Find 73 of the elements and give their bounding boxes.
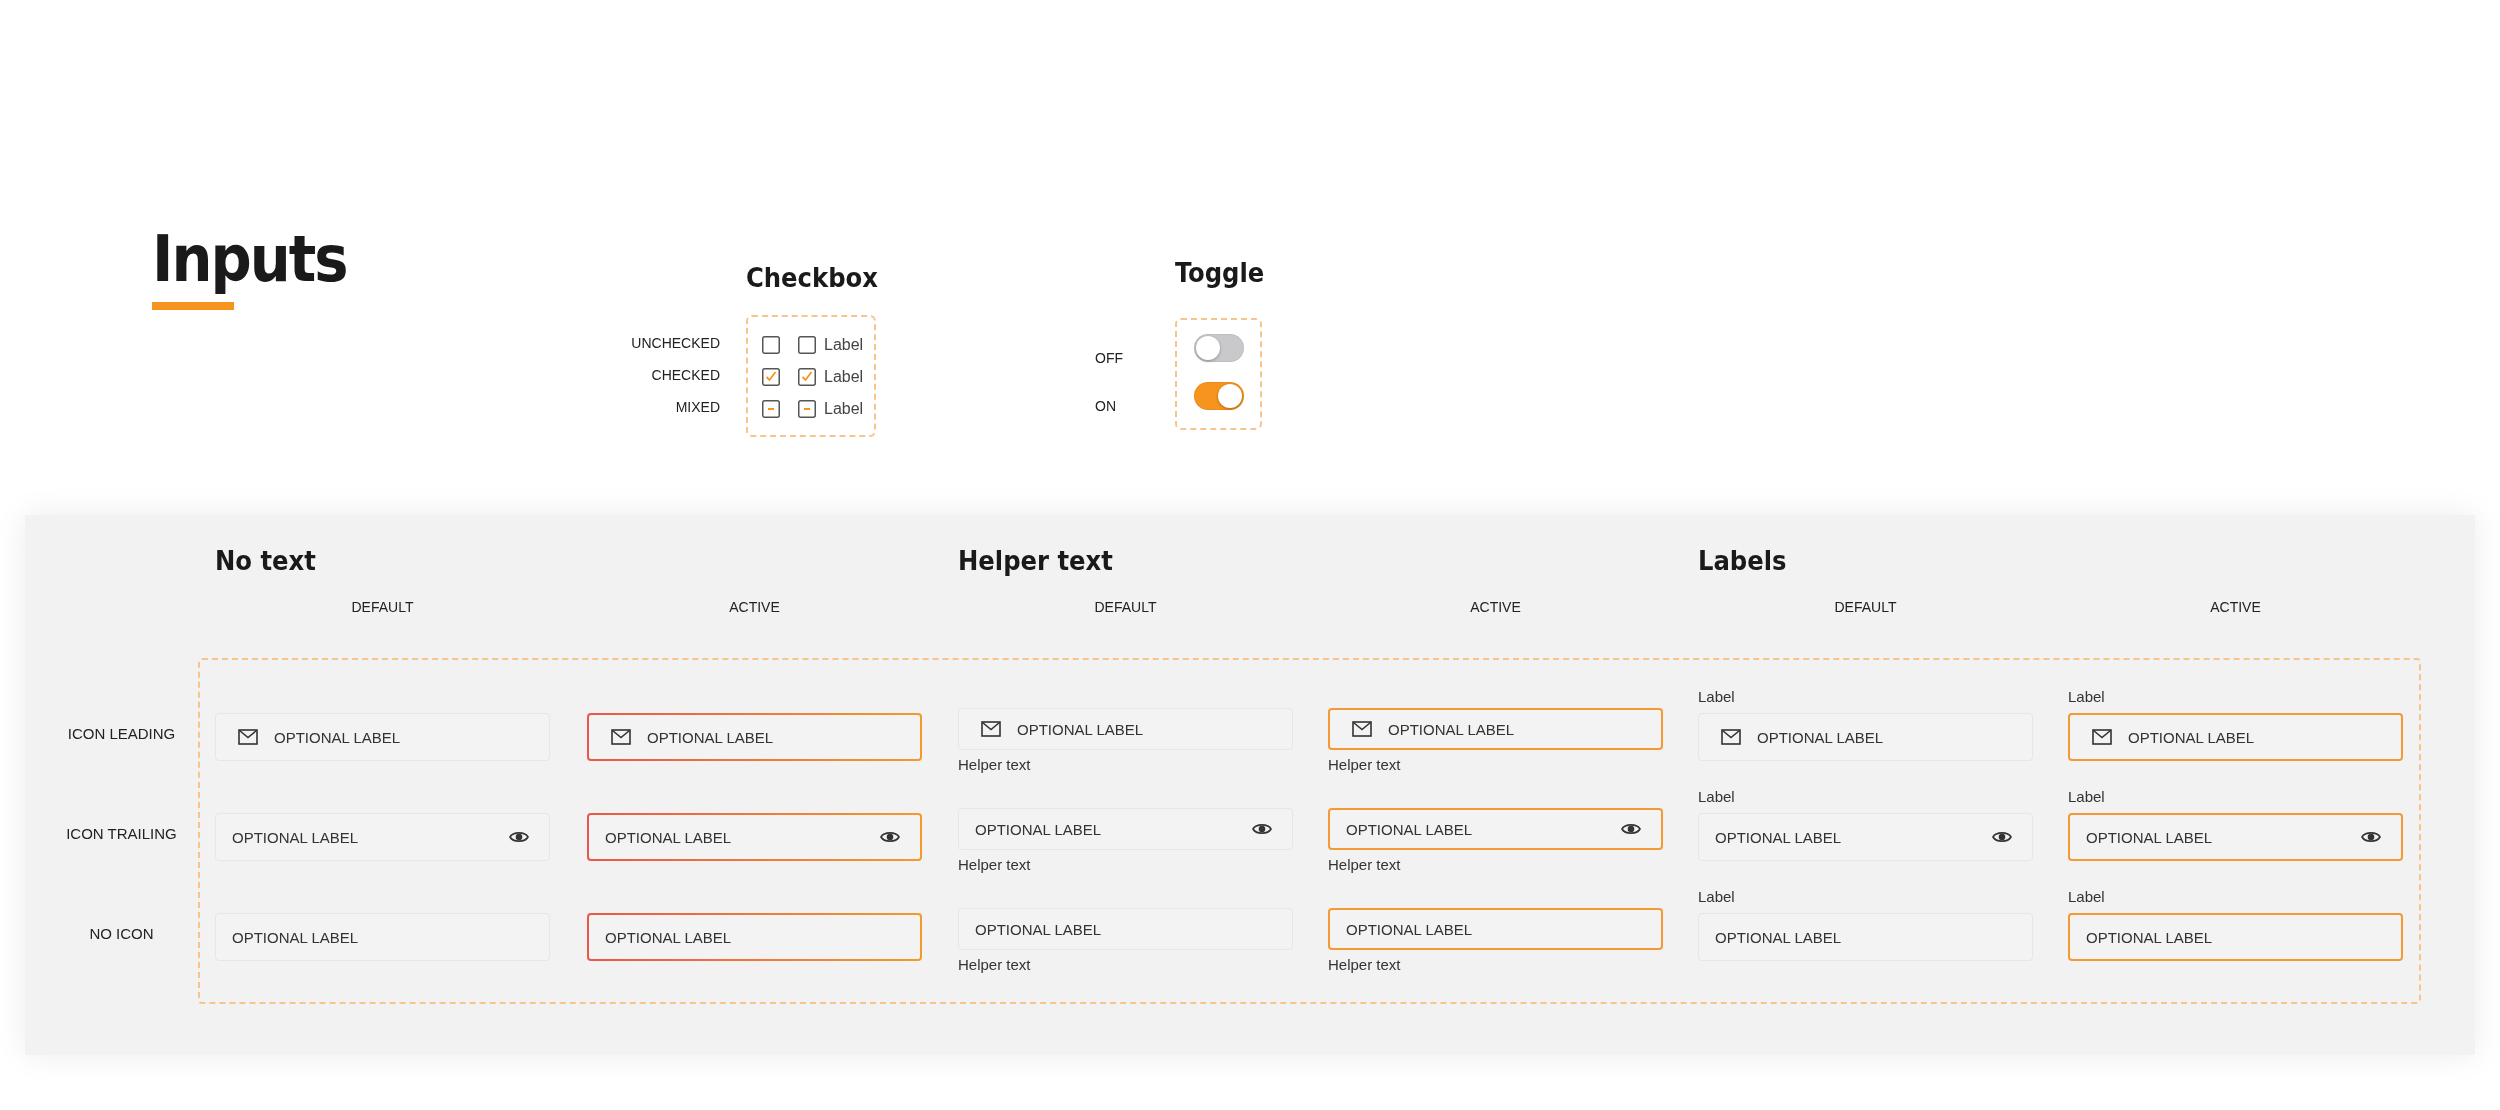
state-label: UNCHECKED [630,334,720,353]
input-field[interactable]: OPTIONAL LABEL [958,808,1293,850]
input-field[interactable]: OPTIONAL LABEL [2068,813,2403,861]
mail-icon [2092,729,2112,745]
checkbox[interactable] [798,336,816,354]
helper-text: Helper text [1328,855,1402,873]
input-field[interactable]: OPTIONAL LABEL [215,813,550,861]
section-heading: Checkbox [746,262,876,293]
section-heading: Toggle [1175,257,1262,288]
mail-icon [1352,721,1372,738]
helper-text: Helper text [1328,955,1402,973]
section-heading: Labels [1698,545,1788,576]
input-field[interactable]: OPTIONAL LABEL [587,713,922,761]
checkbox[interactable] [762,336,780,354]
column-header: ACTIVE [728,598,781,617]
eye-icon [2361,830,2381,844]
eye-icon [509,830,529,844]
input-field[interactable]: OPTIONAL LABEL [1698,813,2033,861]
field-label: Label [1698,687,1736,707]
field-label: Label [2068,687,2106,707]
helper-text: Helper text [958,755,1032,773]
field-label: Label [2068,887,2106,907]
eye-icon [1621,822,1641,837]
input-field[interactable]: OPTIONAL LABEL [215,713,550,761]
mail-icon [611,729,631,745]
field-label: Label [2068,787,2106,807]
field-label: Label [1698,887,1736,907]
row-label: ICON TRAILING [65,824,178,844]
toggle-switch[interactable] [1193,382,1244,410]
field-label: Label [1698,787,1736,807]
column-header: ACTIVE [1469,598,1522,617]
checkbox[interactable] [762,400,780,418]
input-field[interactable]: OPTIONAL LABEL [1328,908,1663,950]
eye-icon [1992,830,2012,844]
input-field[interactable]: OPTIONAL LABEL [958,908,1293,950]
input-field[interactable]: OPTIONAL LABEL [1698,713,2033,761]
input-field[interactable]: OPTIONAL LABEL [1698,913,2033,961]
row-label: ICON LEADING [66,724,177,744]
input-field[interactable]: OPTIONAL LABEL [1328,808,1663,850]
input-field[interactable]: OPTIONAL LABEL [587,913,922,961]
checkbox[interactable] [798,400,816,418]
section-heading: No text [215,545,317,576]
column-header: DEFAULT [350,598,415,617]
toggle-switch[interactable] [1193,334,1244,362]
column-header: DEFAULT [1833,598,1898,617]
helper-text: Helper text [958,955,1032,973]
checkbox[interactable] [762,368,780,386]
eye-icon [880,830,900,844]
input-field[interactable]: OPTIONAL LABEL [1328,708,1663,750]
checkbox-label: Label [824,336,864,354]
page-title: Inputs [152,222,347,296]
section-heading: Helper text [958,545,1114,576]
row-label: NO ICON [88,924,155,944]
checkbox-label: Label [824,400,864,418]
checkbox-label: Label [824,368,864,386]
state-label: OFF [1095,349,1124,368]
state-label: MIXED [674,398,720,417]
input-field[interactable]: OPTIONAL LABEL [958,708,1293,750]
column-header: ACTIVE [2209,598,2262,617]
state-label: CHECKED [650,366,720,385]
mail-icon [1721,729,1741,745]
input-field[interactable]: OPTIONAL LABEL [215,913,550,961]
mail-icon [981,721,1001,738]
helper-text: Helper text [1328,755,1402,773]
input-field[interactable]: OPTIONAL LABEL [2068,913,2403,961]
helper-text: Helper text [958,855,1032,873]
checkbox[interactable] [798,368,816,386]
input-field[interactable]: OPTIONAL LABEL [2068,713,2403,761]
input-field[interactable]: OPTIONAL LABEL [587,813,922,861]
column-header: DEFAULT [1093,598,1158,617]
eye-icon [1252,822,1272,837]
mail-icon [238,729,258,745]
state-label: ON [1095,397,1117,416]
